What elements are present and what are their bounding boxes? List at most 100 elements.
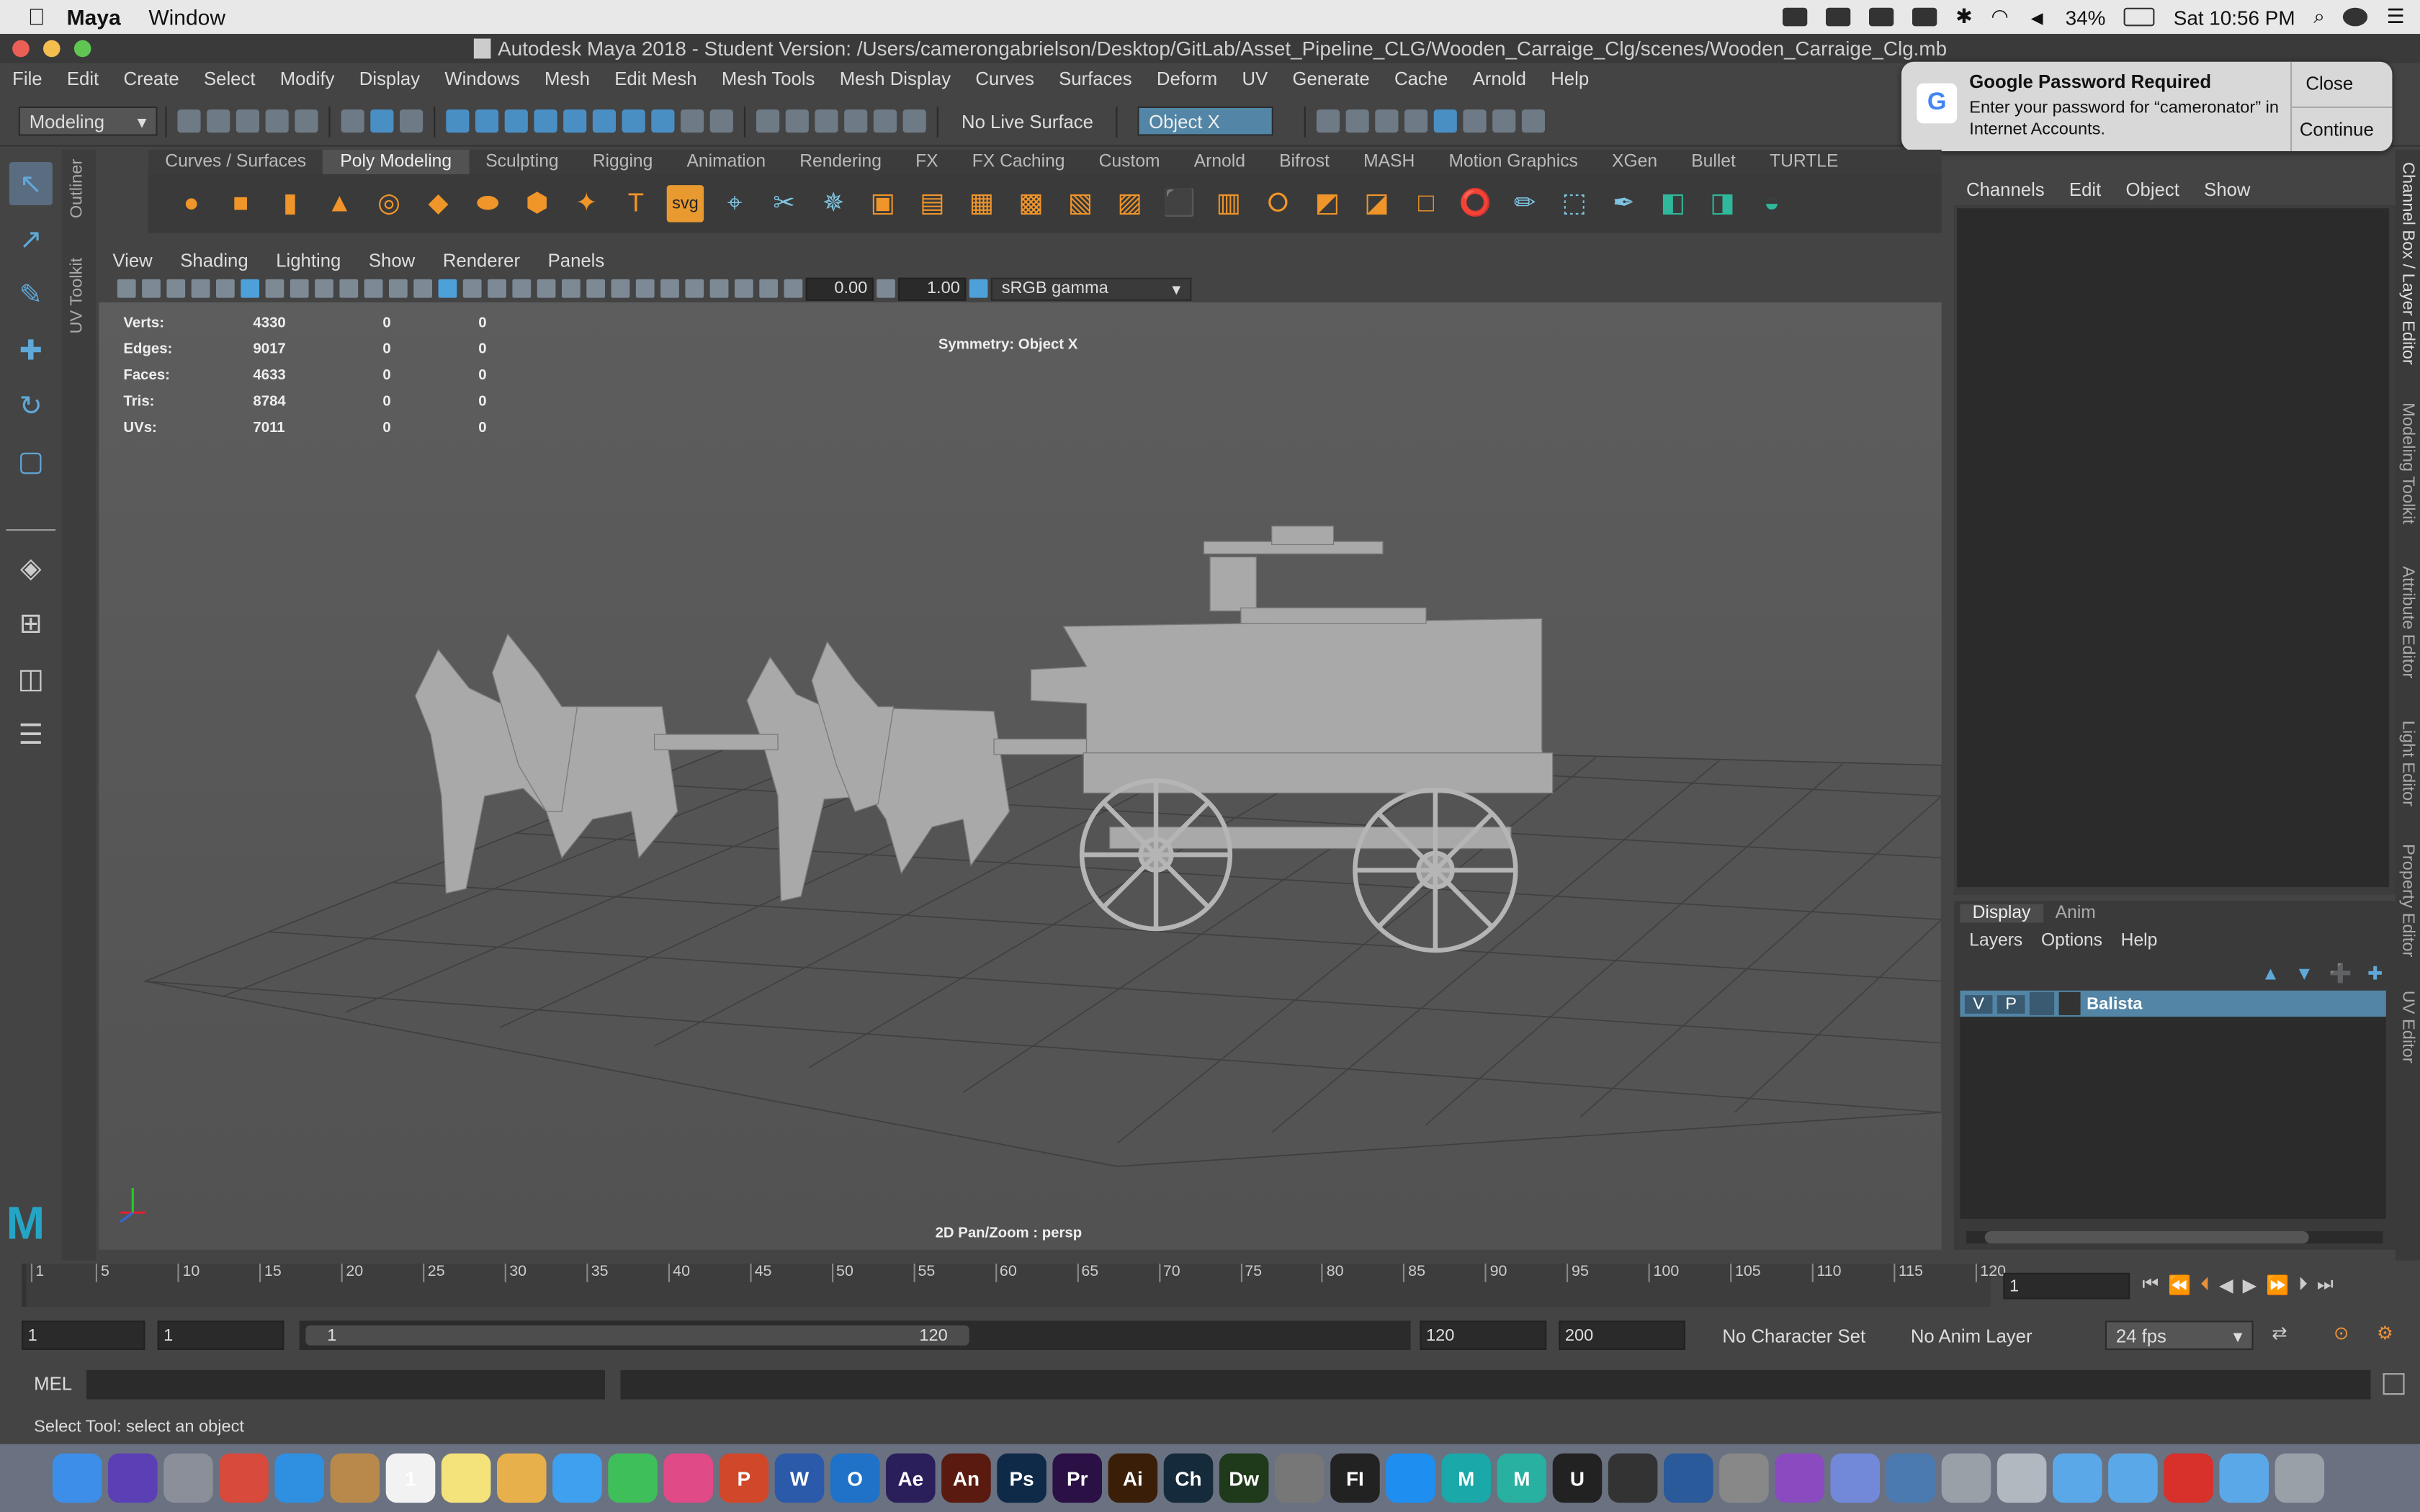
bevel-icon[interactable]: ⬛ xyxy=(1160,185,1197,222)
use-all-lights-icon[interactable] xyxy=(537,279,556,298)
dreamweaver-icon[interactable]: Dw xyxy=(1219,1453,1269,1503)
fps-dropdown[interactable]: 24 fps ▾ xyxy=(2105,1320,2254,1350)
app-menu[interactable]: Maya xyxy=(67,4,121,29)
start-time-field[interactable]: 1 xyxy=(22,1320,145,1350)
utility-icon[interactable] xyxy=(1941,1453,1991,1503)
undo-icon[interactable] xyxy=(265,109,289,133)
creative-cloud-status-icon[interactable] xyxy=(1783,7,1808,27)
default-material-icon[interactable] xyxy=(462,279,482,298)
snap-point-icon[interactable] xyxy=(504,109,528,133)
four-view-icon[interactable]: ⊞ xyxy=(9,602,53,645)
move-layer-down-icon[interactable]: ▼ xyxy=(2295,963,2313,984)
menu-windows[interactable]: Windows xyxy=(432,68,532,89)
tab-channel-box[interactable]: Channel Box / Layer Editor xyxy=(2398,162,2417,365)
smooth-icon[interactable]: ▦ xyxy=(963,185,1000,222)
outlook-icon[interactable]: O xyxy=(830,1453,880,1503)
lasso-tool-icon[interactable]: ↗ xyxy=(9,217,53,261)
lattice-icon[interactable]: ⬚ xyxy=(1556,185,1592,222)
snap-curve-icon[interactable] xyxy=(475,109,499,133)
playback-start-field[interactable]: 1 xyxy=(157,1320,284,1350)
two-view-icon[interactable]: ◫ xyxy=(9,657,53,701)
menu-display[interactable]: Display xyxy=(347,68,433,89)
new-layer-icon[interactable]: ➕ xyxy=(2329,963,2352,984)
svg-icon[interactable]: svg xyxy=(666,185,704,222)
soften-icon[interactable]: ◒ xyxy=(1753,185,1790,222)
single-perspective-view-icon[interactable]: ◈ xyxy=(9,546,53,590)
grid-icon[interactable] xyxy=(241,279,259,298)
shelf-tab-curves-surfaces[interactable]: Curves / Surfaces xyxy=(148,150,323,174)
spotlight-search-icon[interactable]: ⌕ xyxy=(2313,4,2325,29)
window-menu[interactable]: Window xyxy=(148,4,225,29)
menu-curves[interactable]: Curves xyxy=(963,68,1047,89)
snap-projected-icon[interactable] xyxy=(592,109,616,133)
gamma-field[interactable]: 1.00 xyxy=(898,276,967,300)
auto-map-icon[interactable]: ⭕ xyxy=(1457,185,1494,222)
outliner-tab[interactable]: Outliner xyxy=(68,159,86,219)
help-menu[interactable]: Help xyxy=(2112,932,2166,950)
fi-icon[interactable]: FI xyxy=(1330,1453,1380,1503)
quad-draw-icon[interactable]: ✏ xyxy=(1506,185,1543,222)
tab-uv-editor[interactable]: UV Editor xyxy=(2398,991,2417,1063)
shelf-tab-bullet[interactable]: Bullet xyxy=(1675,150,1753,174)
character-animator-icon[interactable]: Ch xyxy=(1163,1453,1214,1503)
target-weld-icon[interactable]: ⌖ xyxy=(716,185,753,222)
offset-loop-icon[interactable]: ⭘ xyxy=(1260,185,1296,222)
shelf-tab-motion-graphics[interactable]: Motion Graphics xyxy=(1432,150,1595,174)
color-management-icon[interactable] xyxy=(969,279,988,298)
bridge-icon[interactable]: ▨ xyxy=(1111,185,1148,222)
select-hierarchy-icon[interactable] xyxy=(341,109,364,133)
field-chart-icon[interactable] xyxy=(339,279,359,298)
range-slider[interactable]: 1 120 xyxy=(299,1320,1411,1350)
folder3-icon[interactable] xyxy=(2219,1453,2269,1503)
menu-select[interactable]: Select xyxy=(192,68,268,89)
layer-row[interactable]: V P Balista xyxy=(1960,990,2386,1017)
minimize-window-button[interactable] xyxy=(43,40,60,58)
menu-generate[interactable]: Generate xyxy=(1280,68,1382,89)
tab-light-editor[interactable]: Light Editor xyxy=(2398,721,2417,806)
itunes-icon[interactable] xyxy=(663,1453,713,1503)
poly-torus-icon[interactable]: ◎ xyxy=(370,185,407,222)
end-time-field[interactable]: 200 xyxy=(1559,1320,1685,1350)
shelf-tab-xgen[interactable]: XGen xyxy=(1595,150,1674,174)
uv-toolkit-tab[interactable]: UV Toolkit xyxy=(68,258,86,334)
step-forward-frame-icon[interactable]: ⏵ xyxy=(2298,1273,2308,1296)
facetime-icon[interactable] xyxy=(608,1453,658,1503)
menu-arnold[interactable]: Arnold xyxy=(1460,68,1538,89)
siri-icon[interactable] xyxy=(108,1453,158,1503)
launchpad-icon[interactable] xyxy=(163,1453,213,1503)
menu-mesh-tools[interactable]: Mesh Tools xyxy=(709,68,828,89)
mudbox-icon[interactable]: M xyxy=(1497,1453,1547,1503)
xray-active-icon[interactable] xyxy=(734,279,753,298)
snap-live-icon[interactable] xyxy=(563,109,587,133)
lasso-icon[interactable] xyxy=(785,109,809,133)
preferences-icon[interactable]: ⚙ xyxy=(2377,1322,2393,1344)
shelf-tab-rigging[interactable]: Rigging xyxy=(575,150,670,174)
character-set-dropdown[interactable]: No Character Set xyxy=(1713,1320,1893,1350)
move-layer-up-icon[interactable]: ▲ xyxy=(2262,963,2280,984)
shelf-tab-sculpting[interactable]: Sculpting xyxy=(469,150,576,174)
extrude-icon[interactable]: ▧ xyxy=(1062,185,1098,222)
lasso4-icon[interactable] xyxy=(873,109,897,133)
camera-attributes-icon[interactable] xyxy=(117,279,136,298)
scale-tool-icon[interactable]: ▢ xyxy=(9,440,53,483)
gate-mask-icon[interactable] xyxy=(315,279,333,298)
render-setup-icon[interactable] xyxy=(1464,109,1487,133)
shelf-tab-fx-caching[interactable]: FX Caching xyxy=(955,150,1082,174)
shadows-icon[interactable] xyxy=(562,279,581,298)
move-tool-icon[interactable]: ✚ xyxy=(9,328,53,372)
current-time-marker[interactable] xyxy=(22,1264,27,1307)
poly-sphere-icon[interactable]: ● xyxy=(173,185,210,222)
open-scene-icon[interactable] xyxy=(207,109,230,133)
shelf-tab-bifrost[interactable]: Bifrost xyxy=(1263,150,1347,174)
shelf-tab-arnold[interactable]: Arnold xyxy=(1177,150,1262,174)
xray-icon[interactable] xyxy=(709,279,729,298)
step-forward-key-icon[interactable]: ⏩ xyxy=(2266,1274,2289,1295)
premiere-icon[interactable]: Pr xyxy=(1052,1453,1102,1503)
menu-uv[interactable]: UV xyxy=(1229,68,1280,89)
time-ruler[interactable]: 1 5 10 15 20 25 30 35 40 45 50 55 60 65 70 75 80 85 90 95 10… xyxy=(22,1264,2006,1307)
clock[interactable]: Sat 10:56 PM xyxy=(2174,6,2295,29)
edit-menu[interactable]: Edit xyxy=(2057,179,2114,201)
virtualbox-icon[interactable] xyxy=(1886,1453,1936,1503)
notification-center-icon[interactable]: ☰ xyxy=(2387,4,2405,29)
shelf-tab-rendering[interactable]: Rendering xyxy=(783,150,899,174)
